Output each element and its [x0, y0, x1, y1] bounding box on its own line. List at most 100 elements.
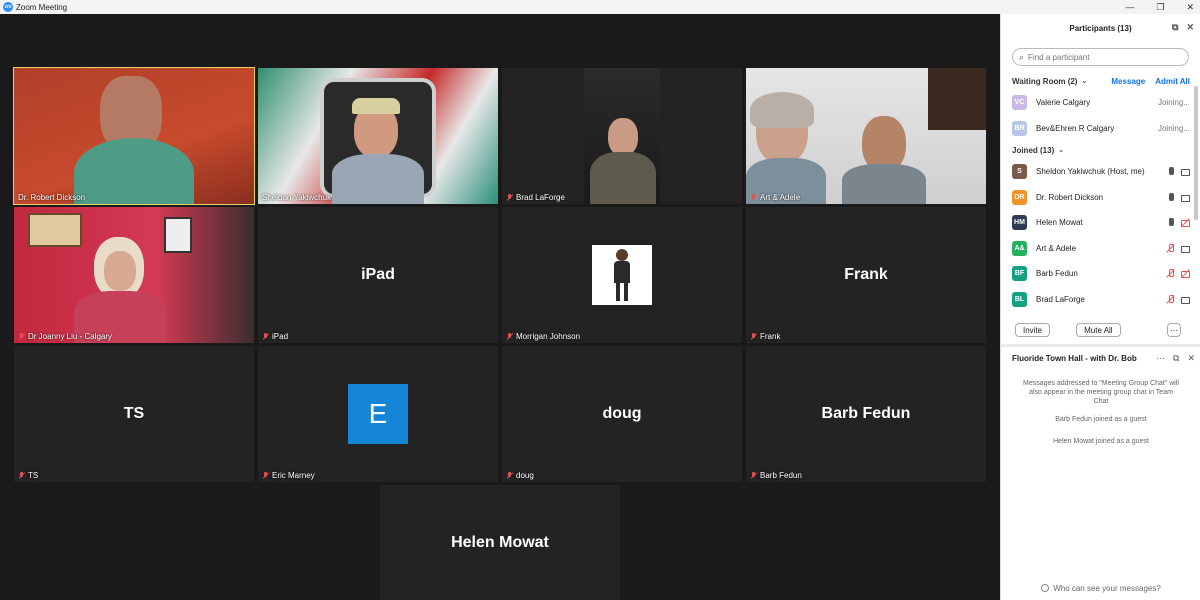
close-window-button[interactable]: ✕: [1186, 0, 1194, 14]
participant-scrollbar[interactable]: [1194, 86, 1198, 220]
video-tile[interactable]: Morrigan Johnson: [502, 207, 742, 343]
minimize-button[interactable]: —: [1125, 0, 1134, 14]
camera-icon[interactable]: [1181, 244, 1190, 253]
muted-mic-icon: [506, 332, 513, 341]
participant-row[interactable]: BR Bev&Ehren R Calgary Joining...: [1001, 116, 1200, 142]
video-tile[interactable]: TS TS: [14, 346, 254, 482]
tile-name-label: Morrigan Johnson: [506, 332, 580, 341]
participant-name: Art & Adele: [1036, 243, 1077, 253]
video-tile[interactable]: Art & Adele: [746, 68, 986, 204]
chat-event: Barb Fedun joined as a guest: [1055, 416, 1147, 423]
avatar: S: [1012, 164, 1027, 180]
waiting-room-label: Waiting Room (2): [1012, 76, 1078, 86]
participant-row[interactable]: A& Art & Adele: [1001, 236, 1200, 262]
participant-row[interactable]: BF Barb Fedun: [1001, 261, 1200, 287]
video-tile[interactable]: E Eric Marney: [258, 346, 498, 482]
tile-display-name: doug: [602, 405, 642, 422]
visibility-link[interactable]: Who can see your messages?: [1053, 584, 1161, 593]
chat-more-icon[interactable]: ···: [1156, 353, 1165, 364]
chevron-down-icon[interactable]: ⌄: [1081, 77, 1087, 85]
participant-search[interactable]: ⌕: [1012, 48, 1189, 66]
joined-label: Joined (13): [1012, 145, 1055, 155]
chat-notice: Messages addressed to "Meeting Group Cha…: [1023, 380, 1179, 405]
microphone-icon[interactable]: [1166, 192, 1175, 202]
video-tile[interactable]: iPad iPad: [258, 207, 498, 343]
tile-name-label: Frank: [750, 332, 780, 341]
avatar: DR: [1012, 189, 1027, 205]
camera-icon[interactable]: [1181, 295, 1190, 304]
participant-name: Dr. Robert Dickson: [1036, 192, 1104, 202]
video-tile[interactable]: Barb Fedun Barb Fedun: [746, 346, 986, 482]
tile-name-label: TS: [18, 471, 38, 480]
tile-name-label: Brad LaForge: [506, 193, 565, 202]
tile-name-label: Barb Fedun: [750, 471, 802, 480]
tile-display-name: iPad: [361, 266, 395, 283]
camera-off-icon[interactable]: [1181, 218, 1190, 228]
participant-row[interactable]: VC Valerie Calgary Joining...: [1001, 90, 1200, 116]
microphone-icon[interactable]: [1166, 167, 1175, 176]
restore-button[interactable]: ❐: [1156, 0, 1164, 14]
waiting-room-section[interactable]: Waiting Room (2) ⌄ Message Admit All: [1001, 72, 1200, 90]
muted-mic-icon: [18, 471, 25, 480]
avatar: BF: [1012, 266, 1027, 282]
participant-name: Sheldon Yakiwchuk (Host, me): [1036, 167, 1145, 177]
participant-list: Waiting Room (2) ⌄ Message Admit All VC V…: [1001, 66, 1200, 314]
muted-mic-icon: [506, 193, 513, 202]
tile-name-label: doug: [506, 471, 534, 480]
participant-name: Helen Mowat: [1036, 218, 1083, 228]
participant-name: Barb Fedun: [1036, 269, 1078, 279]
tile-name-label: Eric Marney: [262, 471, 315, 480]
title-bar: zm Zoom Meeting — ❐ ✕: [0, 0, 1200, 14]
close-icon[interactable]: ✕: [1186, 22, 1194, 33]
video-tile[interactable]: Dr Joanny Liu - Calgary: [14, 207, 254, 343]
mute-all-button[interactable]: Mute All: [1076, 323, 1121, 337]
tile-display-name: Barb Fedun: [821, 405, 911, 422]
tile-display-name: Frank: [844, 266, 888, 283]
tile-display-name: TS: [123, 405, 145, 422]
camera-off-icon[interactable]: [1181, 269, 1190, 279]
participant-row[interactable]: HM Helen Mowat: [1001, 210, 1200, 236]
chat-event: Helen Mowat joined as a guest: [1053, 438, 1149, 445]
muted-mic-icon: [262, 471, 269, 480]
muted-mic-icon: [750, 471, 757, 480]
participants-title: Participants (13): [1069, 23, 1132, 33]
muted-mic-icon[interactable]: [1166, 269, 1175, 278]
popout-icon[interactable]: ⧉: [1172, 22, 1178, 33]
chat-footer[interactable]: Who can see your messages?: [1001, 576, 1200, 600]
muted-mic-icon: [18, 332, 25, 341]
more-options-button[interactable]: ···: [1167, 323, 1181, 337]
admit-all-button[interactable]: Admit All: [1155, 77, 1190, 86]
chevron-down-icon[interactable]: ⌄: [1058, 146, 1064, 154]
video-tile[interactable]: Helen Mowat: [380, 485, 620, 600]
participant-name: Bev&Ehren R Calgary: [1036, 123, 1115, 133]
video-tile[interactable]: Sheldon Yakiwchuk: [258, 68, 498, 204]
profile-picture: [592, 245, 652, 305]
avatar: BR: [1012, 120, 1027, 136]
avatar: HM: [1012, 215, 1027, 231]
close-icon[interactable]: ✕: [1187, 353, 1195, 364]
microphone-icon[interactable]: [1166, 218, 1175, 227]
muted-mic-icon[interactable]: [1166, 294, 1175, 304]
participant-row[interactable]: DR Dr. Robert Dickson: [1001, 185, 1200, 211]
camera-icon[interactable]: [1181, 193, 1190, 202]
video-tile[interactable]: doug doug: [502, 346, 742, 482]
search-input[interactable]: [1028, 52, 1179, 62]
muted-mic-icon[interactable]: [1166, 243, 1175, 253]
people-icon: [1041, 584, 1050, 592]
video-tile[interactable]: Frank Frank: [746, 207, 986, 343]
participant-row[interactable]: BL Brad LaForge: [1001, 287, 1200, 313]
video-tile[interactable]: Dr. Robert Dickson: [13, 67, 255, 205]
muted-mic-icon: [750, 193, 757, 202]
chat-title: Fluoride Town Hall - with Dr. Bob: [1012, 353, 1137, 363]
participant-row[interactable]: S Sheldon Yakiwchuk (Host, me): [1001, 159, 1200, 185]
zoom-logo-icon: zm: [3, 2, 13, 12]
popout-icon[interactable]: ⧉: [1173, 353, 1179, 364]
tile-name-label: Art & Adele: [750, 193, 800, 202]
tile-name-label: Dr. Robert Dickson: [18, 193, 86, 202]
camera-icon[interactable]: [1181, 167, 1190, 177]
joined-section[interactable]: Joined (13) ⌄: [1001, 141, 1200, 159]
video-tile[interactable]: Brad LaForge: [502, 68, 742, 204]
panel-divider: [1001, 344, 1200, 347]
message-button[interactable]: Message: [1111, 77, 1145, 86]
invite-button[interactable]: Invite: [1015, 323, 1051, 337]
